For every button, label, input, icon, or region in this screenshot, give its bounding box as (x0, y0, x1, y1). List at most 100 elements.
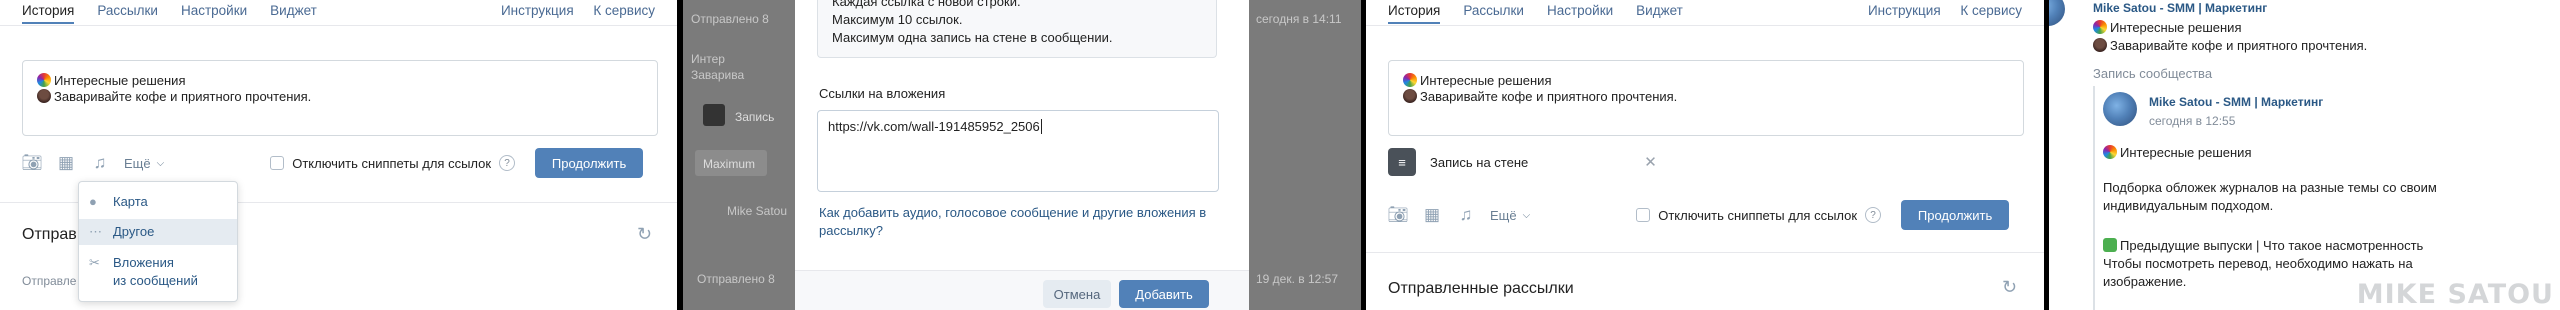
checkbox-box[interactable] (270, 156, 285, 170)
post-body-line-1: Подборка обложек журналов на разные темы… (2103, 180, 2437, 195)
modal-notice: Каждая ссылка с новой строки. Максимум 1… (817, 0, 1217, 58)
disable-snippets-checkbox[interactable]: Отключить сниппеты для ссылок (270, 156, 491, 171)
dropdown-item-other[interactable]: ⋯ Другое (79, 219, 237, 245)
attachments-label: Ссылки на вложения (819, 86, 946, 101)
more-button[interactable]: Ещё ⌵ (1490, 208, 1530, 223)
modal-footer: Отмена Добавить (795, 270, 1249, 310)
bg-author-text: Mike Satou (727, 204, 788, 218)
post-author-name[interactable]: Mike Satou - SMM | Маркетинг (2149, 95, 2323, 109)
video-icon[interactable]: ▦ (56, 153, 76, 172)
top-line-1: Интересные решения (2093, 20, 2242, 35)
continue-button[interactable]: Продолжить (535, 148, 644, 178)
remove-attachment-icon[interactable]: ✕ (1644, 153, 1657, 171)
post-time[interactable]: сегодня в 12:55 (2149, 114, 2235, 128)
attachments-textarea[interactable]: https://vk.com/wall-191485952_2506 (817, 110, 1219, 192)
message-editor[interactable]: Интересные решения Заваривайте кофе и пр… (1388, 60, 2024, 136)
message-line-1: Интересные решения (1403, 73, 2009, 89)
message-line-2: Заваривайте кофе и приятного прочтения. (1403, 89, 2009, 105)
attachment-wall-post: ≡ Запись на стене ✕ (1388, 148, 1657, 176)
bg-maximum-text: Maximum (703, 157, 756, 171)
community-post-label: Запись сообщества (2093, 66, 2213, 81)
coffee-emoji-icon (1403, 89, 1417, 103)
instruction-link[interactable]: Инструкция (501, 3, 574, 18)
help-icon[interactable]: ? (1865, 207, 1882, 223)
more-button[interactable]: Ещё ⌵ (124, 156, 164, 171)
panel-history-attachment: История Рассылки Настройки Виджет Инстру… (1366, 0, 2044, 310)
text-cursor (1040, 119, 1042, 134)
tab-history[interactable]: История (1388, 0, 1441, 24)
section-divider (1366, 252, 2044, 253)
music-icon[interactable]: ♫ (90, 153, 110, 172)
cancel-button[interactable]: Отмена (1043, 280, 1111, 308)
watermark-text: MIKE SATOU (2356, 279, 2554, 310)
video-icon[interactable]: ▦ (1422, 205, 1442, 224)
post-previous-issues: Предыдущие выпуски | Что такое насмотрен… (2103, 238, 2423, 253)
refresh-icon[interactable]: ↻ (2002, 277, 2017, 298)
rainbow-emoji-icon (2103, 145, 2117, 159)
coffee-emoji-icon (2093, 38, 2107, 52)
dots-icon: ⋯ (89, 224, 102, 239)
add-button[interactable]: Добавить (1119, 280, 1209, 308)
message-editor[interactable]: Интересные решения Заваривайте кофе и пр… (22, 60, 658, 136)
sent-heading: Отправ (22, 226, 77, 243)
dropdown-item-attachments[interactable]: ✂ Вложения из сообщений (79, 252, 237, 292)
camera-icon[interactable]: 📷︎ (1387, 205, 1409, 224)
tab-settings[interactable]: Настройки (181, 0, 247, 24)
chevron-down-icon: ⌵ (1522, 209, 1531, 221)
post-body-line-2: индивидуальным подходом. (2103, 198, 2274, 213)
avatar (2103, 92, 2137, 126)
clover-emoji-icon (2103, 238, 2117, 252)
music-icon[interactable]: ♫ (1456, 205, 1476, 224)
repost-bar (2093, 86, 2095, 310)
bg-message-line-1: Интер (691, 52, 725, 66)
help-icon[interactable]: ? (499, 155, 516, 171)
refresh-icon[interactable]: ↻ (637, 224, 652, 245)
panel-wall-post-preview: Mike Satou - SMM | Маркетинг Интересные … (2049, 0, 2560, 310)
editor-toolbar: 📷︎ ▦ ♫ Ещё ⌵ Отключить сниппеты для ссыло… (21, 148, 655, 178)
rainbow-emoji-icon (1403, 73, 1417, 87)
message-line-2: Заваривайте кофе и приятного прочтения. (37, 89, 643, 105)
post-translate-line-1: Чтобы посмотреть перевод, необходимо наж… (2103, 256, 2413, 271)
message-line-1: Интересные решения (37, 73, 643, 89)
coffee-emoji-icon (37, 89, 51, 103)
tabs-divider (0, 25, 677, 26)
top-author-name[interactable]: Mike Satou - SMM | Маркетинг (2093, 1, 2267, 15)
more-dropdown-menu: ● Карта ⋯ Другое ✂ Вложения из сообщений (78, 181, 238, 302)
bg-attach-icon (703, 104, 725, 126)
post-line-1: Интересные решения (2103, 145, 2252, 160)
tab-widget[interactable]: Виджет (1636, 0, 1683, 24)
to-service-link[interactable]: К сервису (593, 3, 655, 18)
tab-settings[interactable]: Настройки (1547, 0, 1613, 24)
paperclip-icon: ✂ (89, 255, 100, 270)
help-attachments-link[interactable]: Как добавить аудио, голосовое сообщение … (819, 204, 1239, 240)
panel-attachments-modal: Отправлено 8 Интер Заварива Запись Maxim… (683, 0, 1361, 310)
location-pin-icon: ● (89, 194, 97, 209)
bg-attach-label: Запись (735, 110, 775, 124)
continue-button[interactable]: Продолжить (1901, 200, 2010, 230)
rainbow-emoji-icon (2093, 20, 2107, 34)
editor-toolbar: 📷︎ ▦ ♫ Ещё ⌵ Отключить сниппеты для ссыло… (1387, 200, 2022, 230)
sent-row-text: Отправле (22, 274, 77, 288)
bg-sent-text: Отправлено 8 (691, 12, 769, 26)
post-translate-line-2: изображение. (2103, 274, 2187, 289)
to-service-link[interactable]: К сервису (1960, 3, 2022, 18)
tab-mailings[interactable]: Рассылки (97, 0, 158, 24)
bg-message-line-2: Заварива (691, 68, 745, 82)
tab-mailings[interactable]: Рассылки (1463, 0, 1524, 24)
dropdown-item-map[interactable]: ● Карта (79, 191, 237, 213)
tabs-right-links: Инструкция К сервису (485, 3, 655, 18)
camera-icon[interactable]: 📷︎ (21, 153, 43, 172)
chevron-down-icon: ⌵ (156, 157, 165, 169)
bg-sent-row-text: Отправлено 8 (697, 272, 775, 286)
instruction-link[interactable]: Инструкция (1868, 3, 1941, 18)
disable-snippets-checkbox[interactable]: Отключить сниппеты для ссылок (1636, 208, 1857, 223)
top-line-2: Заваривайте кофе и приятного прочтения. (2093, 38, 2367, 53)
tabs-divider (1366, 25, 2044, 26)
rainbow-emoji-icon (37, 73, 51, 87)
bg-date-top: сегодня в 14:11 (1256, 12, 1342, 26)
tab-history[interactable]: История (22, 0, 75, 24)
panel-history-dropdown: История Рассылки Настройки Виджет Инстру… (0, 0, 677, 310)
attachments-modal: Каждая ссылка с новой строки. Максимум 1… (795, 0, 1249, 310)
tab-widget[interactable]: Виджет (270, 0, 317, 24)
checkbox-box[interactable] (1636, 208, 1651, 222)
